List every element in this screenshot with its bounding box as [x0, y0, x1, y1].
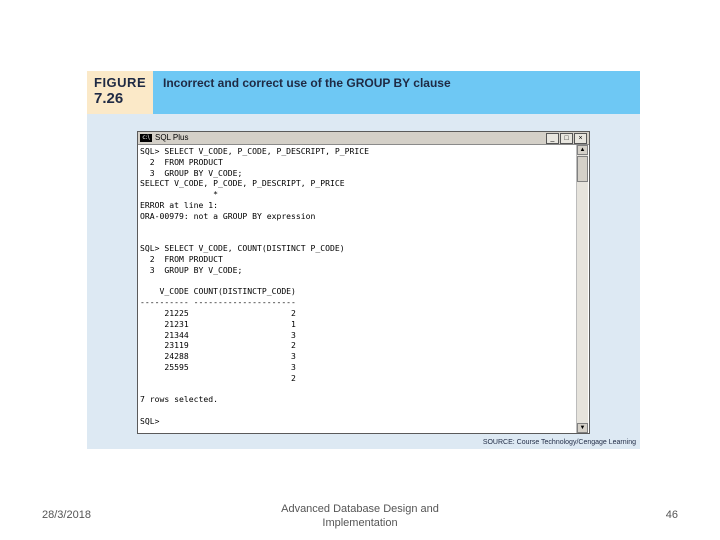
console-line: ERROR at line 1: — [140, 199, 218, 210]
console-line: 2 FROM PRODUCT — [140, 156, 223, 167]
figure-label-number: 7.26 — [94, 90, 124, 107]
console-line: * — [140, 189, 218, 200]
close-button[interactable]: × — [574, 133, 587, 144]
console-line: ---------- --------------------- — [140, 297, 296, 308]
scroll-thumb[interactable] — [577, 156, 588, 182]
figure-source: SOURCE: Course Technology/Cengage Learni… — [482, 439, 636, 446]
console-output[interactable]: SQL> SELECT V_CODE, P_CODE, P_DESCRIPT, … — [140, 146, 574, 432]
footer-date: 28/3/2018 — [42, 509, 91, 521]
console-line: 21231 1 — [140, 318, 296, 329]
console-line: SQL> SELECT V_CODE, COUNT(DISTINCT P_COD… — [140, 243, 345, 254]
console-line: 2 — [140, 372, 296, 383]
console-line: 3 GROUP BY V_CODE; — [140, 167, 243, 178]
figure-caption: Incorrect and correct use of the GROUP B… — [163, 76, 451, 90]
console-line: 23119 2 — [140, 340, 296, 351]
vertical-scrollbar[interactable]: ▲ ▼ — [576, 145, 588, 433]
figure-label: FIGURE 7.26 — [87, 71, 153, 114]
figure-label-word: FIGURE — [94, 75, 147, 90]
figure-header: FIGURE 7.26 Incorrect and correct use of… — [87, 71, 640, 114]
minimize-button[interactable]: _ — [546, 133, 559, 144]
console-line: 24288 3 — [140, 351, 296, 362]
console-line: 7 rows selected. — [140, 394, 218, 405]
sqlplus-window[interactable]: c:\ SQL Plus _ □ × SQL> SELECT V_CODE, P_C… — [137, 131, 590, 434]
console-line: SQL> — [140, 415, 160, 426]
footer-title: Advanced Database Design and Implementat… — [281, 503, 439, 529]
console-line: SQL> SELECT V_CODE, P_CODE, P_DESCRIPT, … — [140, 146, 370, 156]
console-icon: c:\ — [140, 134, 152, 142]
console-line: 3 GROUP BY V_CODE; — [140, 264, 243, 275]
console-line: SELECT V_CODE, P_CODE, P_DESCRIPT, P_PRI… — [140, 178, 345, 189]
window-titlebar[interactable]: c:\ SQL Plus _ □ × — [138, 132, 589, 145]
console-line: 21225 2 — [140, 307, 296, 318]
figure-panel: FIGURE 7.26 Incorrect and correct use of… — [87, 71, 640, 449]
console-line: 21344 3 — [140, 329, 296, 340]
scroll-up-icon[interactable]: ▲ — [577, 145, 588, 155]
page-number: 46 — [665, 509, 678, 521]
console-line: ORA-00979: not a GROUP BY expression — [140, 210, 316, 221]
maximize-button[interactable]: □ — [560, 133, 573, 144]
console-line: V_CODE COUNT(DISTINCTP_CODE) — [140, 286, 296, 297]
console-line: 2 FROM PRODUCT — [140, 253, 223, 264]
console-line: 25595 3 — [140, 361, 296, 372]
scroll-down-icon[interactable]: ▼ — [577, 423, 588, 433]
window-title: SQL Plus — [155, 133, 189, 142]
